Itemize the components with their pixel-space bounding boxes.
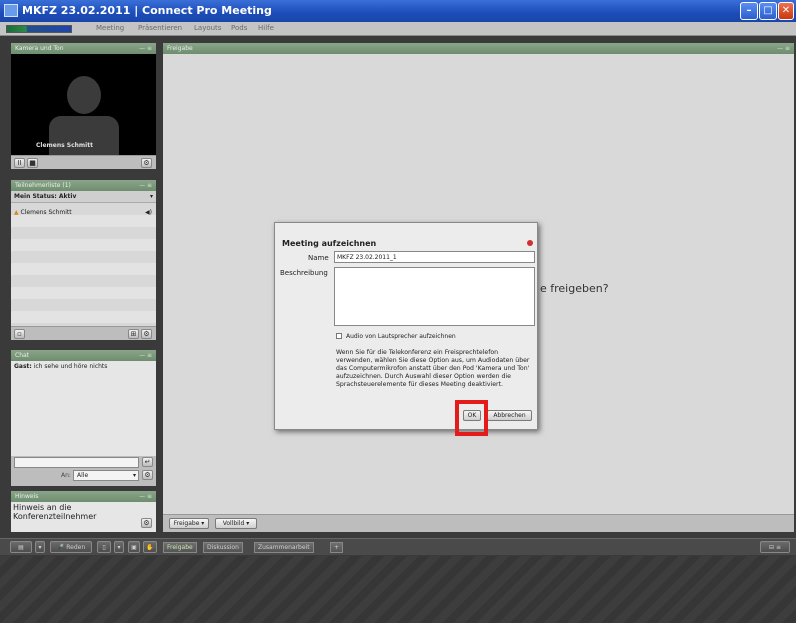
pod-menu-icon[interactable]: — ≡ (777, 43, 790, 54)
attendee-search-icon[interactable]: ⚙ (141, 329, 152, 339)
chat-input[interactable] (14, 457, 139, 468)
share-pod-header: Freigabe — ≡ (163, 43, 794, 54)
avatar-head-icon (67, 76, 101, 114)
camera-icon[interactable]: ▣ (128, 541, 140, 553)
description-textarea[interactable] (334, 267, 535, 326)
share-pod-title: Freigabe (167, 45, 193, 52)
speaker-audio-checkbox[interactable] (336, 333, 342, 339)
note-options-icon[interactable]: ⚙ (141, 518, 152, 528)
chat-message: ich sehe und höre nichts (31, 363, 108, 370)
close-button[interactable]: ✕ (778, 2, 794, 20)
camera-settings-icon[interactable]: ⚙ (141, 158, 152, 168)
tab-discussion[interactable]: Diskussion (203, 542, 243, 553)
note-pod-header: Hinweis — ≡ (11, 491, 156, 502)
my-status-label: Mein Status: Aktiv (14, 193, 77, 200)
hand-icon[interactable]: ✋ (143, 541, 157, 553)
record-meeting-dialog: Meeting aufzeichnen Name MKFZ 23.02.2011… (274, 222, 538, 430)
cancel-button-label: Abbrechen (493, 412, 526, 419)
menu-pods[interactable]: Pods (231, 24, 247, 32)
pod-menu-icon[interactable]: — ≡ (139, 180, 152, 191)
host-icon: ▲ (14, 209, 19, 216)
menu-meeting[interactable]: Meeting (96, 24, 124, 32)
pause-button[interactable]: II (14, 158, 25, 168)
speaker-icon: ◀) (145, 209, 152, 216)
window-title: MKFZ 23.02.2011 | Connect Pro Meeting (22, 4, 272, 17)
pod-menu-icon[interactable]: — ≡ (139, 491, 152, 502)
camera-video: Clemens Schmitt (11, 54, 156, 155)
list-item[interactable]: ▲ Clemens Schmitt ◀) (11, 207, 156, 219)
share-button-label: Freigabe (173, 520, 200, 527)
connection-meter (6, 25, 72, 33)
camera-pod-footer: II ■ ⚙ (11, 155, 156, 169)
share-button[interactable]: Freigabe ▾ (169, 518, 209, 529)
description-label: Beschreibung (280, 269, 328, 277)
bottom-toolbar: ▤ ▾ 🎤 Reden ▯ ▾ ▣ ✋ Freigabe Diskussion … (0, 538, 796, 555)
attendee-view-button[interactable]: ⊞ (128, 329, 139, 339)
chat-input-area: ↵ An: Alle ▾ ⚙ (11, 456, 156, 486)
chat-sender: Gast: (14, 363, 32, 370)
send-icon[interactable]: ↵ (142, 457, 153, 467)
camera-pod-header: Kamera und Ton — ≡ (11, 43, 156, 54)
chevron-down-icon: ▾ (132, 472, 136, 479)
my-status-dropdown[interactable]: Mein Status: Aktiv ▾ (11, 191, 156, 203)
app-icon (4, 4, 18, 17)
dialog-title: Meeting aufzeichnen (282, 239, 377, 248)
pod-menu-icon[interactable]: — ≡ (139, 43, 152, 54)
attendee-list: Mein Status: Aktiv ▾ ▲ Clemens Schmitt ◀… (11, 191, 156, 326)
menu-help[interactable]: Hilfe (258, 24, 274, 32)
share-prompt: e freigeben? (540, 282, 609, 295)
camera-pod-title: Kamera und Ton (15, 45, 64, 52)
chevron-down-icon: ▾ (149, 193, 153, 200)
tab-share[interactable]: Freigabe (163, 542, 197, 553)
share-pod-footer: Freigabe ▾ Vollbild ▾ (163, 514, 794, 532)
layout-menu-button[interactable]: ▤ (10, 541, 32, 553)
chat-to-label: An: (61, 472, 71, 479)
add-layout-button[interactable]: + (330, 542, 344, 553)
menu-present[interactable]: Präsentieren (138, 24, 182, 32)
presenter-name: Clemens Schmitt (36, 142, 93, 149)
maximize-button[interactable]: □ (759, 2, 777, 20)
chevron-down-icon[interactable]: ▾ (114, 541, 124, 553)
chat-pod-header: Chat — ≡ (11, 350, 156, 361)
attendee-name: Clemens Schmitt (20, 209, 72, 216)
chat-pod-title: Chat (15, 352, 30, 359)
attendee-options-button[interactable]: ▫ (14, 329, 25, 339)
chat-recipient-value: Alle (77, 472, 89, 479)
name-input-value: MKFZ 23.02.2011_1 (337, 254, 397, 261)
note-content: Hinweis an die Konferenzteilnehmer ⚙ (11, 502, 156, 532)
speak-button-label: Reden (66, 544, 86, 551)
stage-background (0, 556, 796, 623)
chat-recipient-select[interactable]: Alle ▾ (73, 470, 139, 481)
fullscreen-button[interactable]: Vollbild ▾ (215, 518, 257, 529)
chat-options-icon[interactable]: ⚙ (142, 470, 153, 480)
attendee-pod-title: Teilnehmerliste (1) (15, 182, 71, 189)
attendee-pod-header: Teilnehmerliste (1) — ≡ (11, 180, 156, 191)
menu-layouts[interactable]: Layouts (194, 24, 221, 32)
fullscreen-button-label: Vollbild (222, 520, 245, 527)
speaker-audio-label: Audio von Lautsprecher aufzeichnen (346, 333, 456, 340)
avatar-body-icon (49, 116, 119, 155)
pod-menu-icon[interactable]: — ≡ (139, 350, 152, 361)
note-text: Hinweis an die Konferenzteilnehmer (13, 503, 97, 521)
name-input[interactable]: MKFZ 23.02.2011_1 (334, 251, 535, 263)
dialog-info-text: Wenn Sie für die Telekonferenz ein Freis… (336, 349, 530, 388)
menu-bar: Meeting Präsentieren Layouts Pods Hilfe (0, 22, 796, 36)
window-titlebar: MKFZ 23.02.2011 | Connect Pro Meeting – … (0, 0, 796, 22)
name-label: Name (308, 254, 329, 262)
tab-collaboration[interactable]: Zusammenarbeit (254, 542, 314, 553)
attendee-pod-footer: ▫ ⊞ ⚙ (11, 326, 156, 340)
chat-messages: Gast: ich sehe und höre nichts (11, 361, 156, 456)
phone-icon[interactable]: ▯ (97, 541, 111, 553)
minimize-button[interactable]: – (740, 2, 758, 20)
highlight-box (455, 400, 488, 436)
recording-indicator-icon (527, 240, 533, 246)
chevron-down-icon[interactable]: ▾ (35, 541, 45, 553)
cancel-button[interactable]: Abbrechen (487, 410, 532, 421)
note-pod-title: Hinweis (15, 493, 39, 500)
speak-button[interactable]: 🎤 Reden (50, 541, 92, 553)
view-options-button[interactable]: ⊟ ≡ (760, 541, 790, 553)
camera-toggle-button[interactable]: ■ (27, 158, 38, 168)
